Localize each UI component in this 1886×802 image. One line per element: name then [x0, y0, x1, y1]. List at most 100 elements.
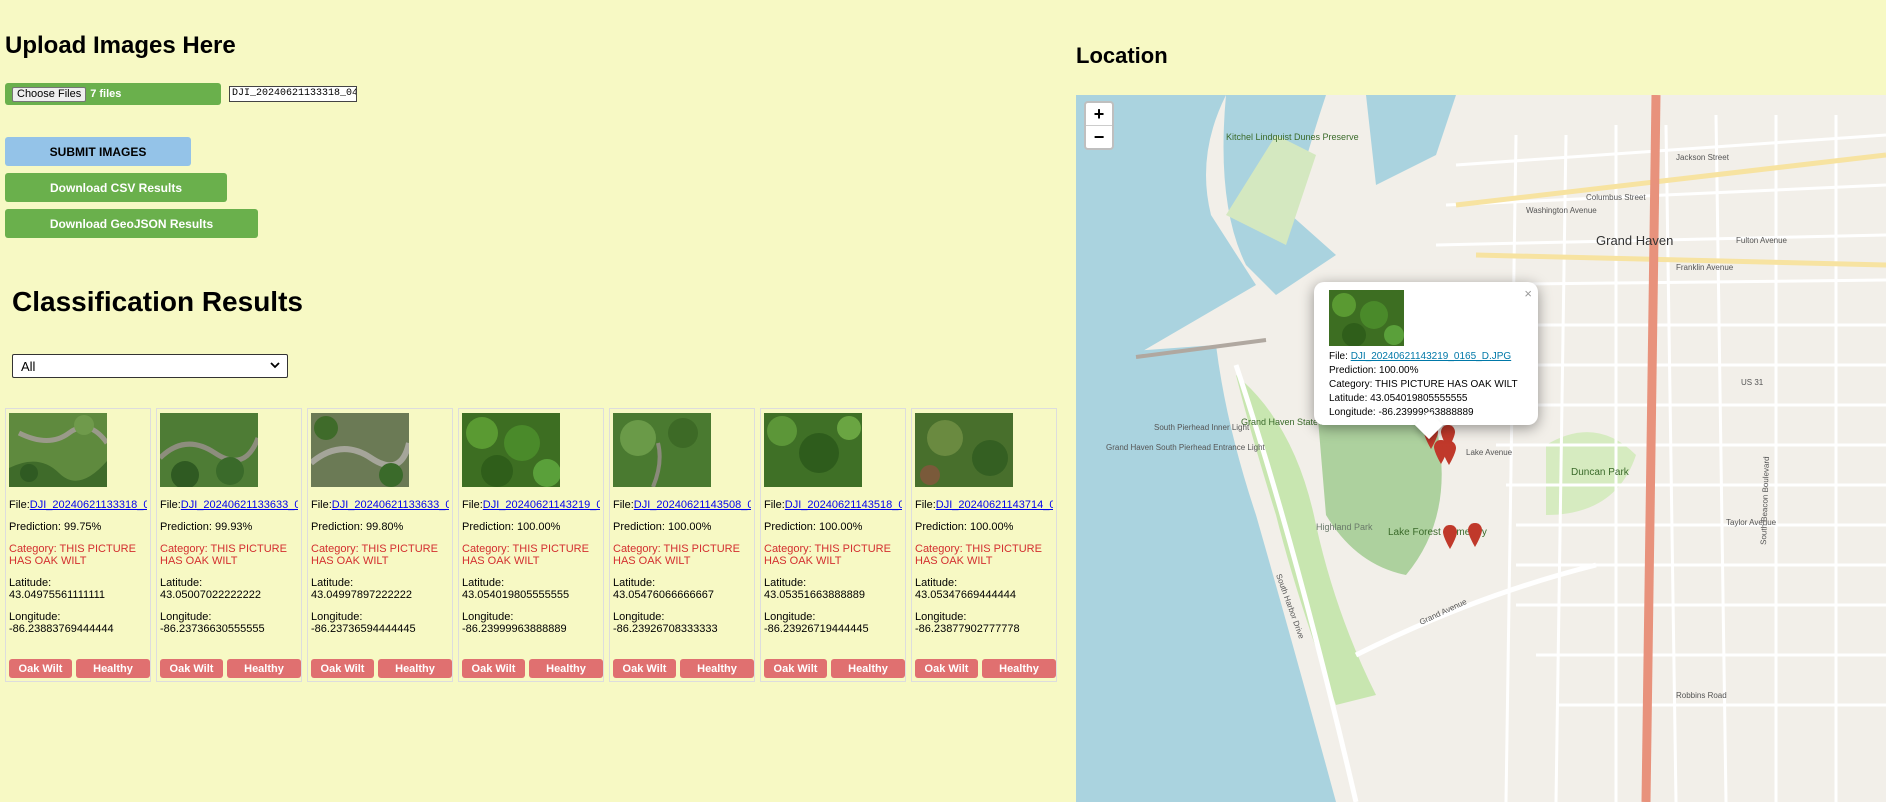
file-link[interactable]: DJI_20240621143518_0412_D.JPG: [785, 499, 902, 511]
result-card: File:DJI_20240621143508_0401_D.JPG Predi…: [609, 408, 755, 682]
map-label-kitchel: Kitchel Lindquist Dunes Preserve: [1226, 132, 1359, 142]
file-link[interactable]: DJI_20240621143714_0548_D.JPG: [936, 499, 1053, 511]
aerial-thumbnail: [462, 413, 560, 487]
longitude-value: -86.23736630555555: [160, 623, 265, 635]
healthy-button[interactable]: Healthy: [982, 659, 1056, 678]
category-text: Category: THIS PICTURE HAS OAK WILT: [915, 543, 1042, 567]
aerial-thumbnail: [764, 413, 862, 487]
result-card: File:DJI_20240621133633_0715_D.JPG Predi…: [307, 408, 453, 682]
map-label-taylor: Taylor Avenue: [1726, 518, 1777, 527]
file-label: File:: [311, 499, 332, 511]
result-card: File:DJI_20240621133318_0497_D.JPG Predi…: [5, 408, 151, 682]
map-marker-icon[interactable]: [1468, 523, 1482, 547]
file-count: 7 files: [90, 88, 122, 100]
category-text: Category: THIS PICTURE HAS OAK WILT: [311, 543, 438, 567]
longitude-value: -86.23926719444445: [764, 623, 869, 635]
longitude-value: -86.23883769444444: [9, 623, 114, 635]
latitude-label: Latitude:: [311, 577, 354, 589]
file-label: File:: [160, 499, 181, 511]
result-card: File:DJI_20240621143518_0412_D.JPG Predi…: [760, 408, 906, 682]
results-title: Classification Results: [12, 286, 303, 317]
oak-wilt-button[interactable]: Oak Wilt: [311, 659, 374, 678]
download-csv-button[interactable]: Download CSV Results: [5, 173, 227, 202]
popup-prediction: Prediction: 100.00%: [1329, 365, 1419, 376]
file-link[interactable]: DJI_20240621143219_0165_D.JPG: [483, 499, 600, 511]
file-link[interactable]: DJI_20240621143508_0401_D.JPG: [634, 499, 751, 511]
map-label-washington: Washington Avenue: [1526, 206, 1597, 215]
healthy-button[interactable]: Healthy: [529, 659, 603, 678]
longitude-label: Longitude:: [160, 611, 212, 623]
healthy-button[interactable]: Healthy: [831, 659, 905, 678]
category-filter-select[interactable]: All: [12, 354, 288, 378]
oak-wilt-button[interactable]: Oak Wilt: [915, 659, 978, 678]
oak-wilt-button[interactable]: Oak Wilt: [462, 659, 525, 678]
map-tiles: Grand Haven Duncan Park Lake Forest Ceme…: [1076, 95, 1886, 802]
file-label: File:: [9, 499, 30, 511]
oak-wilt-button[interactable]: Oak Wilt: [764, 659, 827, 678]
file-input[interactable]: Choose Files 7 files: [5, 83, 221, 105]
latitude-value: 43.05476066666667: [613, 589, 714, 601]
prediction-text: Prediction: 99.93%: [160, 521, 253, 533]
map-label-robbins: Robbins Road: [1676, 691, 1727, 700]
zoom-out-button[interactable]: −: [1086, 125, 1112, 148]
healthy-button[interactable]: Healthy: [378, 659, 452, 678]
latitude-value: 43.054019805555555: [462, 589, 570, 601]
left-panel: Upload Images Here Choose Files 7 files …: [0, 0, 1070, 802]
file-link[interactable]: DJI_20240621133633_0714_D.JPG: [181, 499, 298, 511]
latitude-value: 43.04997897222222: [311, 589, 412, 601]
category-text: Category: THIS PICTURE HAS OAK WILT: [764, 543, 891, 567]
file-link[interactable]: DJI_20240621133318_0497_D.JPG: [30, 499, 147, 511]
healthy-button[interactable]: Healthy: [76, 659, 150, 678]
file-link[interactable]: DJI_20240621133633_0715_D.JPG: [332, 499, 449, 511]
file-label: File:: [462, 499, 483, 511]
close-icon[interactable]: ×: [1524, 286, 1532, 301]
chevron-down-icon: [270, 362, 280, 369]
longitude-label: Longitude:: [764, 611, 816, 623]
filter-selected-value: All: [21, 358, 36, 374]
latitude-label: Latitude:: [160, 577, 203, 589]
map-label-lake-ave: Lake Avenue: [1466, 448, 1513, 457]
longitude-label: Longitude:: [462, 611, 514, 623]
popup-file-link[interactable]: DJI_20240621143219_0165_D.JPG: [1351, 351, 1512, 362]
aerial-thumbnail: [9, 413, 107, 487]
map[interactable]: Grand Haven Duncan Park Lake Forest Ceme…: [1076, 95, 1886, 802]
download-geojson-button[interactable]: Download GeoJSON Results: [5, 209, 258, 238]
result-card: File:DJI_20240621133633_0714_D.JPG Predi…: [156, 408, 302, 682]
map-marker-icon[interactable]: [1441, 425, 1455, 449]
selected-file-name[interactable]: DJI_20240621133318_0497: [229, 86, 357, 102]
prediction-text: Prediction: 99.80%: [311, 521, 404, 533]
map-label-grand-ave: Grand Avenue: [1418, 597, 1469, 627]
latitude-value: 43.05351663888889: [764, 589, 865, 601]
oak-wilt-button[interactable]: Oak Wilt: [9, 659, 72, 678]
map-label-franklin: Franklin Avenue: [1676, 263, 1734, 272]
aerial-thumbnail: [915, 413, 1013, 487]
latitude-value: 43.04975561111111: [9, 589, 106, 601]
oak-wilt-button[interactable]: Oak Wilt: [613, 659, 676, 678]
map-popup: × File: DJI_20240621143219_0165_D.JPG Pr…: [1314, 282, 1538, 440]
map-label-us31: US 31: [1741, 378, 1764, 387]
map-label-duncan-park: Duncan Park: [1571, 467, 1630, 478]
map-marker-icon[interactable]: [1443, 525, 1457, 549]
map-label-jackson: Jackson Street: [1676, 153, 1730, 162]
map-label-lighthouse: South Pierhead Inner Light: [1154, 423, 1250, 432]
zoom-in-button[interactable]: +: [1086, 103, 1112, 125]
map-label-town: Grand Haven: [1596, 233, 1673, 248]
latitude-label: Latitude:: [915, 577, 958, 589]
map-label-beacon: South Beacon Boulevard: [1759, 456, 1771, 545]
popup-latitude: Latitude: 43.054019805555555: [1329, 393, 1468, 404]
submit-images-button[interactable]: SUBMIT IMAGES: [5, 137, 191, 166]
oak-wilt-button[interactable]: Oak Wilt: [160, 659, 223, 678]
latitude-label: Latitude:: [764, 577, 807, 589]
healthy-button[interactable]: Healthy: [227, 659, 301, 678]
aerial-thumbnail: [613, 413, 711, 487]
latitude-value: 43.05347669444444: [915, 589, 1016, 601]
zoom-controls: + −: [1084, 101, 1114, 150]
popup-thumbnail: [1329, 290, 1404, 346]
prediction-text: Prediction: 99.75%: [9, 521, 102, 533]
prediction-text: Prediction: 100.00%: [462, 521, 561, 533]
category-text: Category: THIS PICTURE HAS OAK WILT: [462, 543, 589, 567]
latitude-label: Latitude:: [613, 577, 656, 589]
healthy-button[interactable]: Healthy: [680, 659, 754, 678]
map-label-columbus: Columbus Street: [1586, 193, 1646, 202]
choose-files-button[interactable]: Choose Files: [12, 86, 87, 102]
